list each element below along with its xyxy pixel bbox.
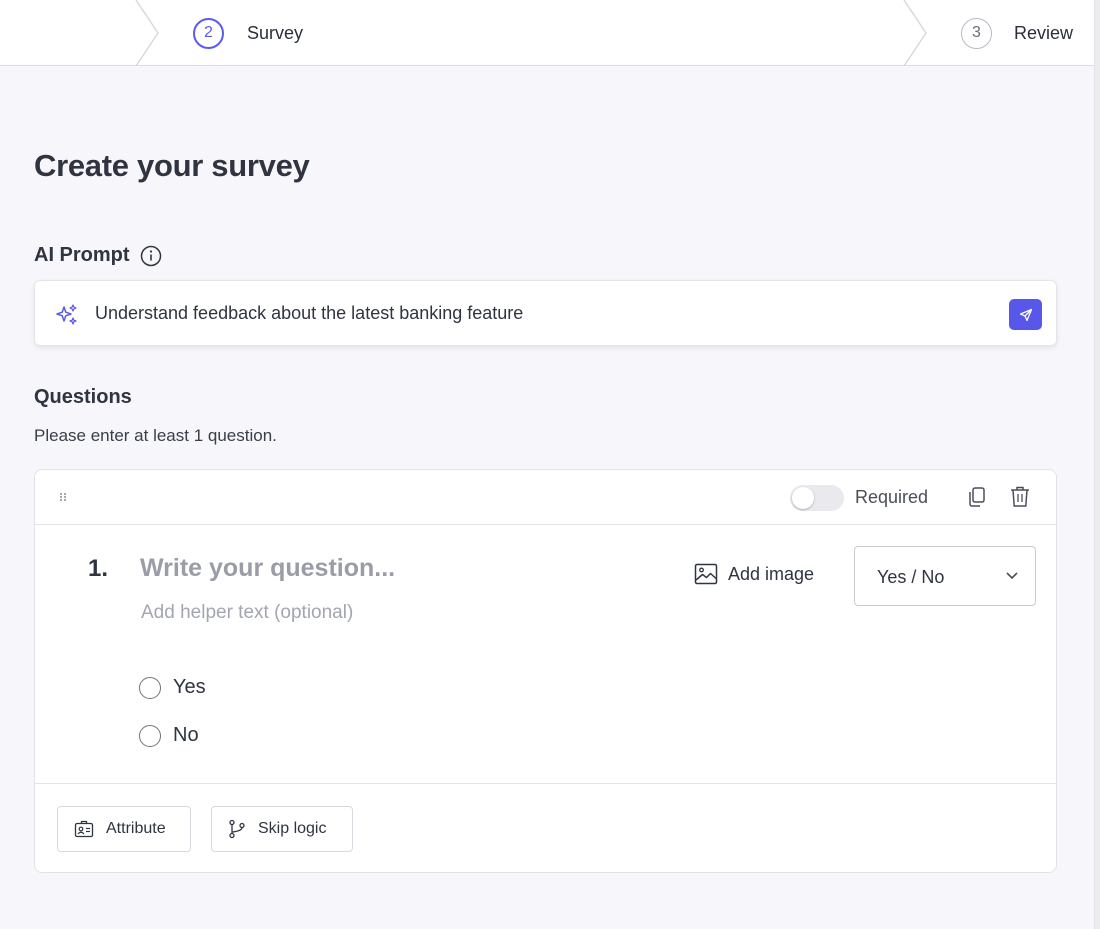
step-number: 2 xyxy=(193,17,224,49)
image-icon xyxy=(694,563,718,585)
page-title: Create your survey xyxy=(34,148,310,183)
ai-prompt-label-text: AI Prompt xyxy=(34,244,130,266)
info-icon[interactable] xyxy=(140,245,162,267)
send-icon xyxy=(1019,308,1032,321)
required-toggle[interactable] xyxy=(790,485,844,511)
card-footer-divider xyxy=(35,783,1056,784)
send-prompt-button[interactable] xyxy=(1009,299,1042,330)
step-number: 3 xyxy=(961,17,992,49)
attribute-label: Attribute xyxy=(106,820,166,837)
questions-title: Questions xyxy=(34,386,132,408)
scrollbar-track[interactable] xyxy=(1094,0,1100,929)
option-label: No xyxy=(173,724,199,746)
attribute-button[interactable]: Attribute xyxy=(57,806,191,852)
option-no[interactable]: No xyxy=(139,724,199,747)
ai-prompt-label: AI Prompt xyxy=(34,244,162,267)
chevron-down-icon xyxy=(1006,572,1018,580)
ai-prompt-input[interactable]: Understand feedback about the latest ban… xyxy=(34,280,1057,346)
questions-hint: Please enter at least 1 question. xyxy=(34,426,277,445)
step-survey[interactable]: 2 Survey xyxy=(193,17,303,49)
attribute-icon xyxy=(74,820,94,838)
branch-icon xyxy=(229,819,245,839)
question-type-select[interactable]: Yes / No xyxy=(854,546,1036,606)
step-separator-icon xyxy=(903,0,927,66)
helper-text-input[interactable]: Add helper text (optional) xyxy=(141,602,353,624)
question-input[interactable]: Write your question... xyxy=(140,554,395,583)
duplicate-icon[interactable] xyxy=(967,486,987,508)
step-separator-icon xyxy=(135,0,159,66)
skip-logic-label: Skip logic xyxy=(258,820,327,837)
ai-prompt-value: Understand feedback about the latest ban… xyxy=(95,303,524,323)
step-review[interactable]: 3 Review xyxy=(961,17,1073,49)
radio-button[interactable] xyxy=(139,676,161,699)
question-number: 1. xyxy=(88,555,109,582)
question-type-value: Yes / No xyxy=(877,567,945,587)
option-yes[interactable]: Yes xyxy=(139,676,206,699)
option-label: Yes xyxy=(173,676,206,698)
add-image-label: Add image xyxy=(728,563,815,584)
trash-icon[interactable] xyxy=(1009,485,1031,509)
step-label: Review xyxy=(1014,22,1074,43)
toggle-knob xyxy=(792,487,814,509)
survey-builder-page: 2 Survey 3 Review Create your survey AI … xyxy=(0,0,1100,929)
card-header-divider xyxy=(35,524,1056,525)
sparkle-icon xyxy=(56,304,77,325)
required-label: Required xyxy=(855,487,929,507)
skip-logic-button[interactable]: Skip logic xyxy=(211,806,353,852)
stepper: 2 Survey 3 Review xyxy=(0,0,1100,66)
radio-button[interactable] xyxy=(139,724,161,747)
question-card: Required 1. Write your question... Add h… xyxy=(34,469,1057,873)
drag-handle-icon[interactable] xyxy=(59,492,67,502)
add-image-button[interactable]: Add image xyxy=(694,563,814,585)
step-label: Survey xyxy=(247,22,304,43)
